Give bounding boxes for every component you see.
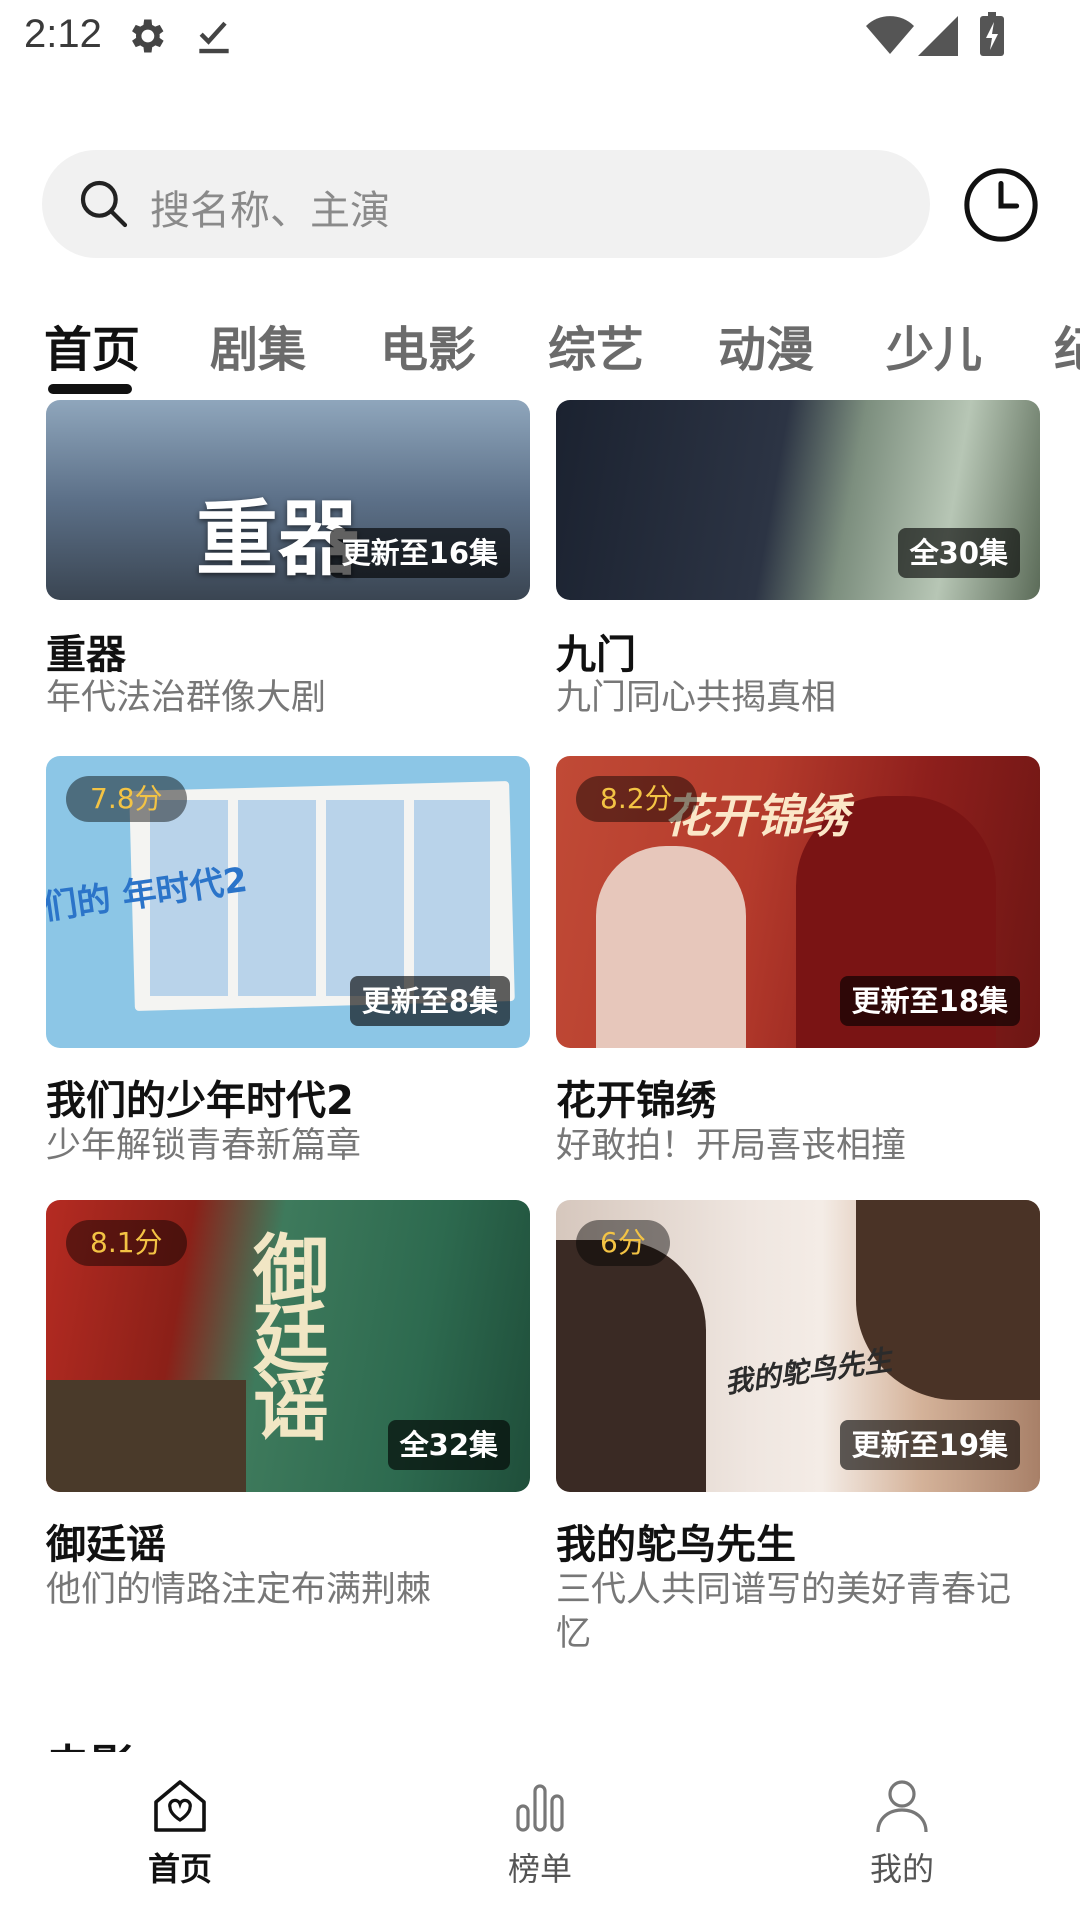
rating-badge: 7.8分 (66, 776, 187, 822)
status-time: 2:12 (24, 12, 102, 56)
poster-title-art: 我的鸵鸟先生 (722, 1343, 894, 1400)
episode-badge: 更新至16集 (329, 528, 510, 578)
poster-title-art: 御廷谣 (240, 1230, 329, 1434)
figure-left (596, 846, 746, 1048)
rating-badge: 6分 (576, 1220, 670, 1266)
tab-home[interactable]: 首页 (44, 310, 140, 380)
show-card[interactable]: 花开锦绣 8.2分 更新至18集 花开锦绣 好敢拍！开局喜丧相撞 (556, 756, 1040, 1176)
tab-variety[interactable]: 综艺 (548, 310, 644, 380)
poster-image: 全30集 (556, 400, 1040, 600)
show-card[interactable]: 全30集 九门 九门同心共揭真相 (556, 400, 1040, 730)
figure-left (556, 1240, 706, 1492)
download-done-icon (192, 14, 236, 62)
wifi-icon (866, 16, 914, 60)
rating-badge: 8.2分 (576, 776, 697, 822)
poster-image: 重器 更新至16集 (46, 400, 530, 600)
card-title: 花开锦绣 (556, 1078, 716, 1124)
card-subtitle: 他们的情路注定布满荆棘 (46, 1570, 432, 1610)
profile-icon (802, 1774, 1002, 1838)
card-subtitle: 好敢拍！开局喜丧相撞 (556, 1126, 907, 1166)
card-subtitle: 九门同心共揭真相 (556, 678, 837, 718)
content-grid: 重器 更新至16集 重器 年代法治群像大剧 全30集 九门 九门同心共揭真相 们… (0, 400, 1080, 1740)
tab-series[interactable]: 剧集 (210, 310, 306, 380)
show-card[interactable]: 我的鸵鸟先生 6分 更新至19集 我的鸵鸟先生 三代人共同谱写的美好青春记忆 (556, 1200, 1040, 1660)
poster-image: 我的鸵鸟先生 6分 更新至19集 (556, 1200, 1040, 1492)
search-placeholder: 搜名称、主演 (150, 188, 390, 234)
history-clock-icon[interactable] (962, 166, 1040, 244)
home-heart-icon (80, 1774, 280, 1838)
card-title: 重器 (46, 632, 126, 678)
nav-profile-label: 我的 (869, 1850, 934, 1888)
card-subtitle: 年代法治群像大剧 (46, 678, 327, 718)
battery-charging-icon (980, 12, 1004, 60)
cell-signal-icon (918, 16, 958, 60)
poster-image: 们的 年时代2 7.8分 更新至8集 (46, 756, 530, 1048)
foreground-table (46, 1380, 246, 1492)
tab-anime[interactable]: 动漫 (718, 310, 814, 380)
card-title: 九门 (556, 632, 636, 678)
search-icon (76, 176, 132, 236)
settings-gear-icon (124, 14, 168, 62)
tab-kids[interactable]: 少儿 (886, 310, 982, 380)
bottom-navigation: 首页 榜单 我的 (0, 1752, 1080, 1920)
show-card[interactable]: 御廷谣 8.1分 全32集 御廷谣 他们的情路注定布满荆棘 (46, 1200, 530, 1620)
tab-movies[interactable]: 电影 (380, 310, 476, 380)
episode-badge: 全32集 (387, 1420, 510, 1470)
category-tabs: 首页 剧集 电影 综艺 动漫 少儿 纪 (0, 300, 1080, 400)
search-bar[interactable]: 搜名称、主演 (42, 150, 930, 258)
active-tab-indicator (48, 384, 132, 394)
status-bar: 2:12 (0, 0, 1080, 76)
tab-documentary[interactable]: 纪 (1054, 310, 1080, 380)
card-subtitle: 少年解锁青春新篇章 (46, 1126, 362, 1166)
show-card[interactable]: 们的 年时代2 7.8分 更新至8集 我们的少年时代2 少年解锁青春新篇章 (46, 756, 530, 1176)
card-title: 我的鸵鸟先生 (556, 1522, 796, 1568)
episode-badge: 更新至18集 (839, 976, 1020, 1026)
nav-ranking[interactable]: 榜单 (440, 1774, 640, 1890)
card-title: 御廷谣 (46, 1522, 166, 1568)
card-title: 我们的少年时代2 (46, 1078, 354, 1124)
poster-image: 花开锦绣 8.2分 更新至18集 (556, 756, 1040, 1048)
card-subtitle: 三代人共同谱写的美好青春记忆 (556, 1570, 1012, 1654)
episode-badge: 更新至19集 (839, 1420, 1020, 1470)
episode-badge: 全30集 (897, 528, 1020, 578)
episode-badge: 更新至8集 (349, 976, 510, 1026)
nav-home[interactable]: 首页 (80, 1774, 280, 1890)
nav-home-label: 首页 (147, 1850, 212, 1888)
poster-image: 御廷谣 8.1分 全32集 (46, 1200, 530, 1492)
ranking-bars-icon (440, 1774, 640, 1838)
show-card[interactable]: 重器 更新至16集 重器 年代法治群像大剧 (46, 400, 530, 730)
rating-badge: 8.1分 (66, 1220, 187, 1266)
nav-profile[interactable]: 我的 (802, 1774, 1002, 1890)
nav-ranking-label: 榜单 (507, 1850, 572, 1888)
